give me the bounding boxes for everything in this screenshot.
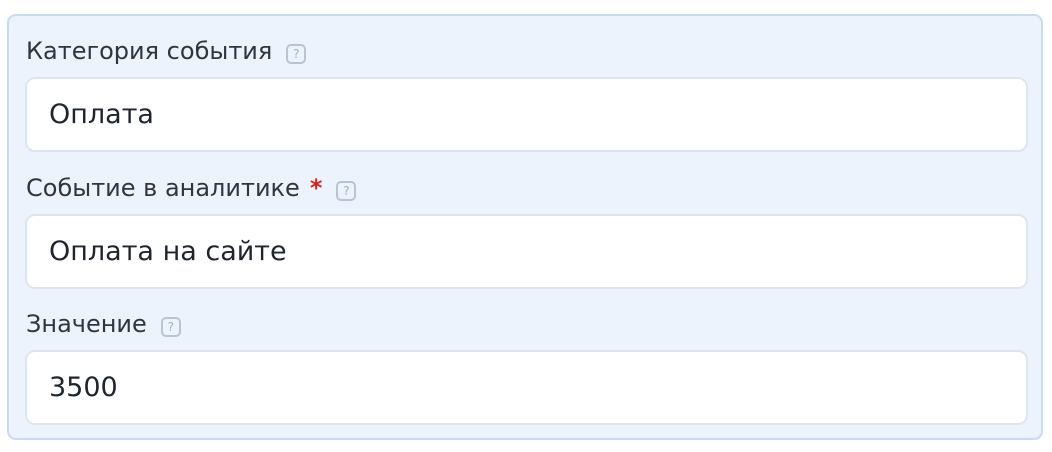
- event-category-label: Категория события ?: [26, 35, 307, 67]
- help-icon[interactable]: ?: [286, 44, 307, 64]
- value-label: Значение ?: [26, 308, 181, 340]
- value-input[interactable]: [25, 350, 1028, 425]
- event-category-input[interactable]: [25, 77, 1028, 152]
- help-icon[interactable]: ?: [160, 317, 181, 337]
- analytics-event-form: Категория события ? Событие в аналитике …: [7, 14, 1043, 440]
- event-category-label-text: Категория события: [26, 37, 273, 65]
- value-label-text: Значение: [26, 310, 147, 338]
- analytics-event-label-text: Событие в аналитике: [26, 174, 300, 202]
- required-asterisk-icon: *: [309, 174, 323, 202]
- analytics-event-label: Событие в аналитике * ?: [26, 172, 357, 204]
- help-icon[interactable]: ?: [336, 181, 357, 201]
- analytics-event-input[interactable]: [25, 214, 1028, 289]
